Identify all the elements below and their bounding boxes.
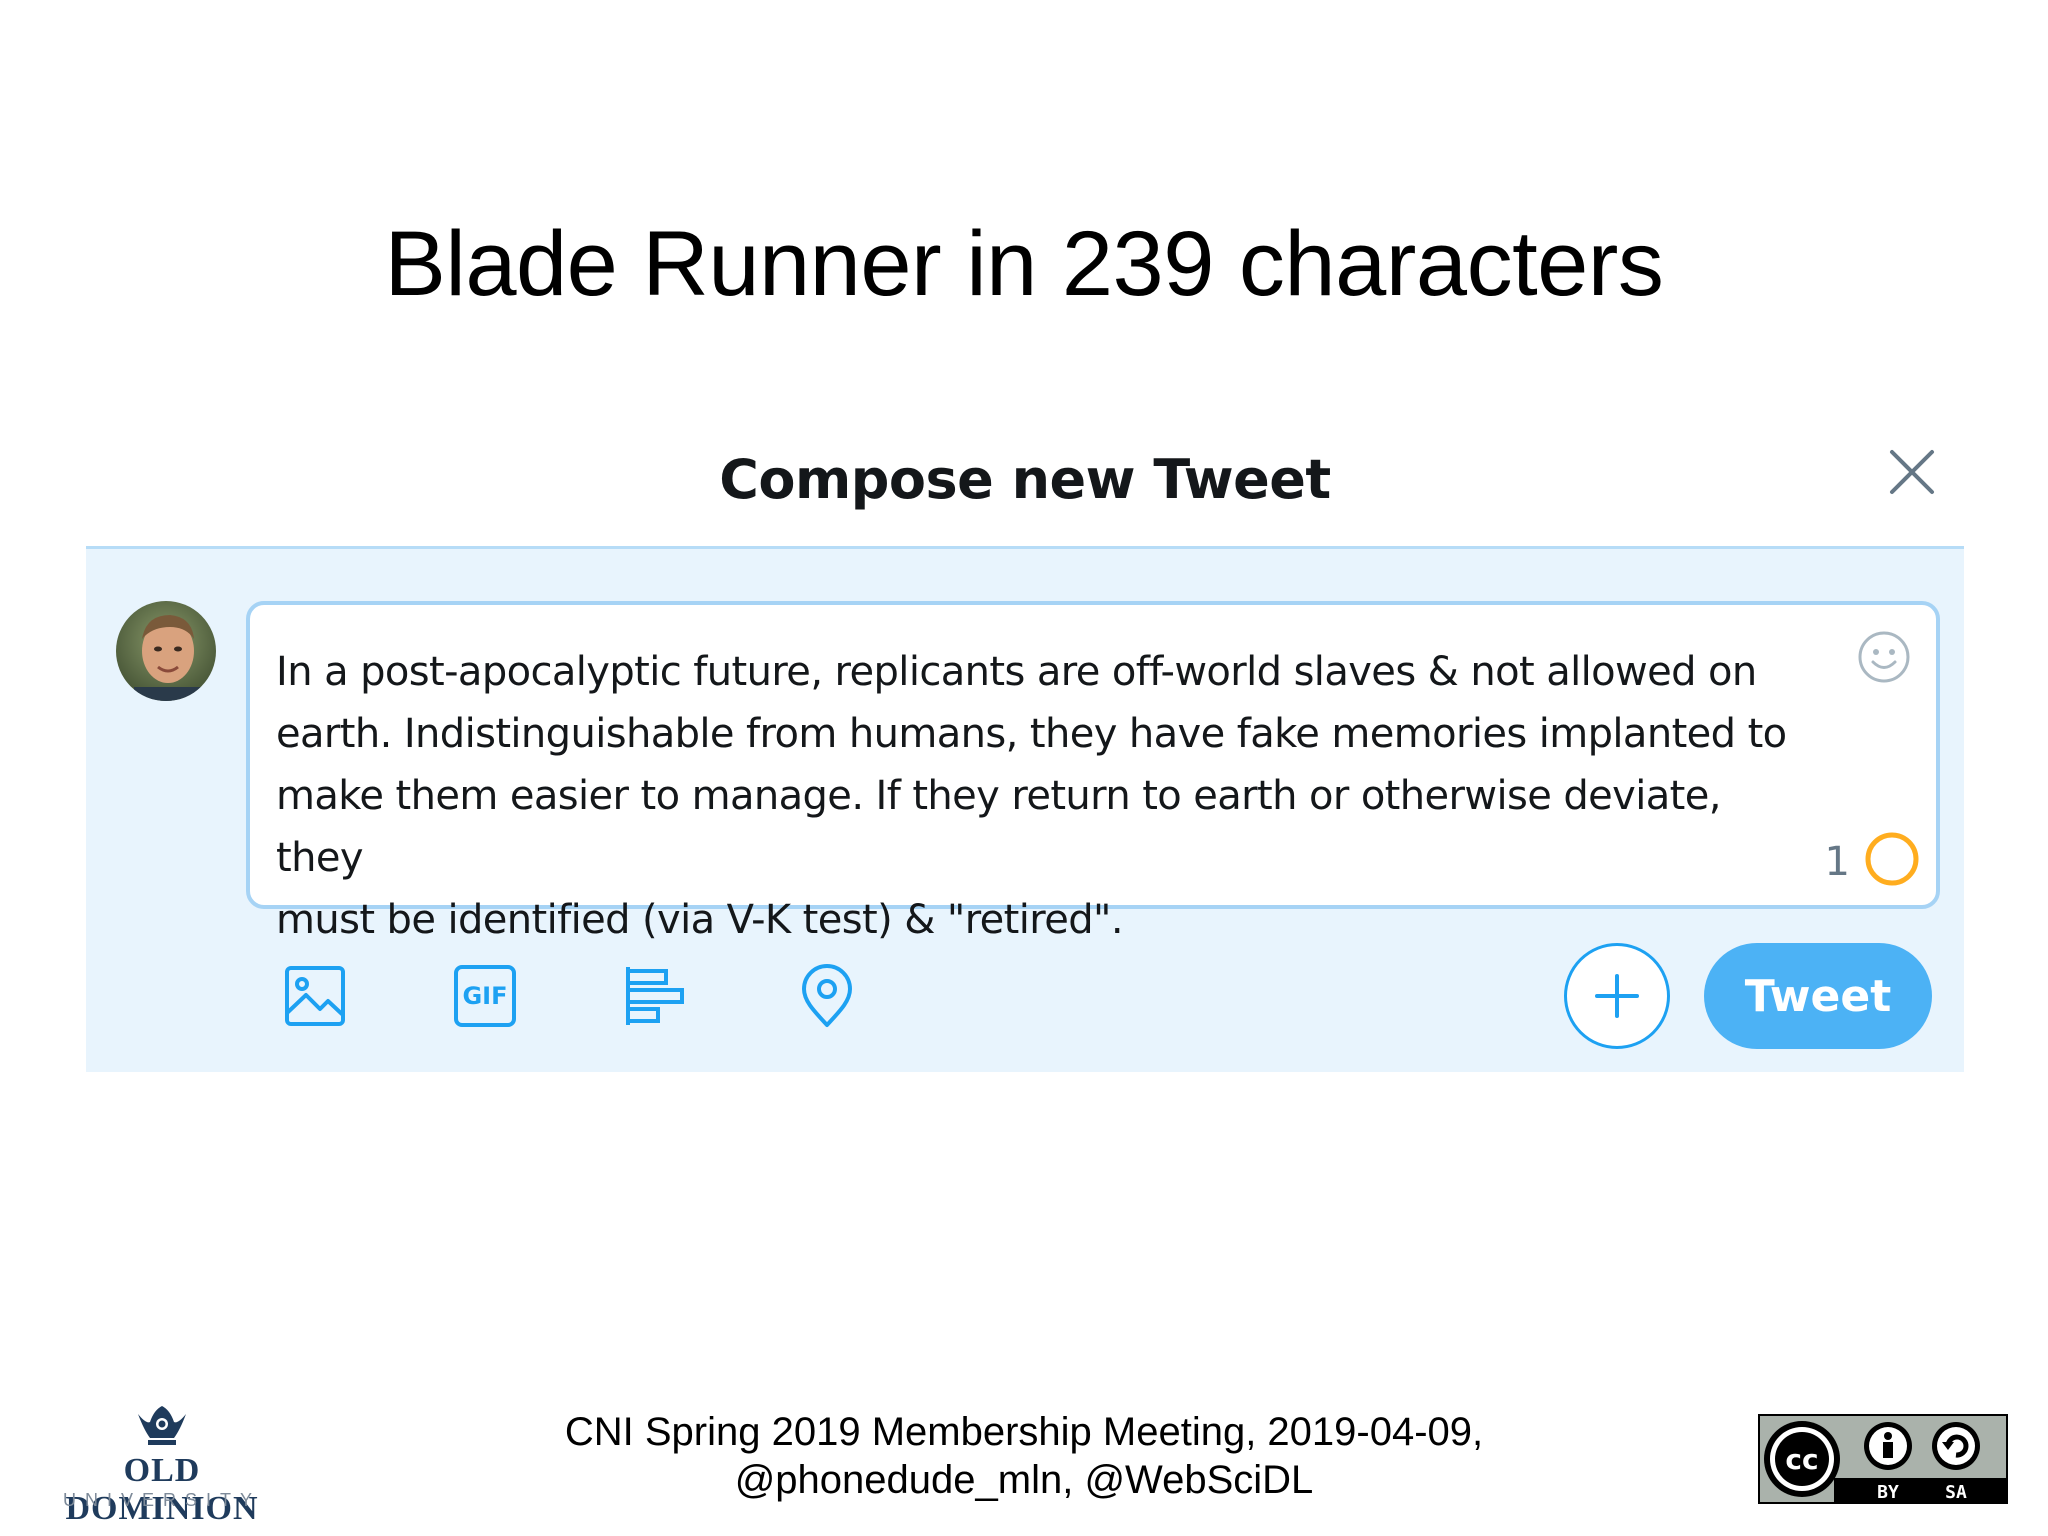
plus-icon (1595, 974, 1639, 1018)
avatar (116, 601, 216, 701)
poll-icon[interactable] (622, 963, 688, 1029)
tweet-text-line: must be identified (via V-K test) & "ret… (276, 897, 1124, 943)
footer-citation: CNI Spring 2019 Membership Meeting, 2019… (300, 1408, 1748, 1504)
slide-title: Blade Runner in 239 characters (384, 213, 1664, 315)
tweet-text-line: earth. Indistinguishable from humans, th… (276, 711, 1787, 757)
smiley-icon[interactable] (1856, 629, 1912, 685)
location-icon[interactable] (794, 963, 860, 1029)
cc-by-sa-license-badge: cc BY SA (1758, 1414, 2008, 1504)
by-label: BY (1877, 1482, 1899, 1503)
crown-icon (138, 1406, 186, 1445)
footer-line: @phonedude_mln, @WebSciDL (734, 1458, 1314, 1502)
tweet-text[interactable]: In a post-apocalyptic future, replicants… (276, 641, 1816, 951)
odu-logo: OLD DOMINION UNIVERSITY (32, 1400, 292, 1527)
compose-title: Compose new Tweet (719, 448, 1331, 511)
tweet-text-line: make them easier to manage. If they retu… (276, 773, 1721, 881)
cc-label: cc (1785, 1443, 1818, 1476)
footer-line: CNI Spring 2019 Membership Meeting, 2019… (564, 1410, 1484, 1454)
gif-label: GIF (462, 982, 508, 1010)
add-tweet-button[interactable] (1564, 943, 1670, 1049)
tweet-button[interactable]: Tweet (1704, 943, 1932, 1049)
sa-label: SA (1945, 1482, 1967, 1503)
compose-panel: In a post-apocalyptic future, replicants… (86, 546, 1964, 1072)
compose-dialog-header: Compose new Tweet (86, 430, 1964, 548)
character-progress-ring (1865, 832, 1919, 886)
tweet-text-line: In a post-apocalyptic future, replicants… (276, 649, 1757, 695)
remaining-character-count: 1 (1824, 839, 1850, 885)
close-icon[interactable] (1886, 446, 1938, 498)
gif-icon[interactable]: GIF (452, 963, 518, 1029)
odu-subtitle: UNIVERSITY (62, 1490, 262, 1510)
tweet-textarea[interactable]: In a post-apocalyptic future, replicants… (246, 601, 1940, 943)
image-icon[interactable] (282, 963, 348, 1029)
